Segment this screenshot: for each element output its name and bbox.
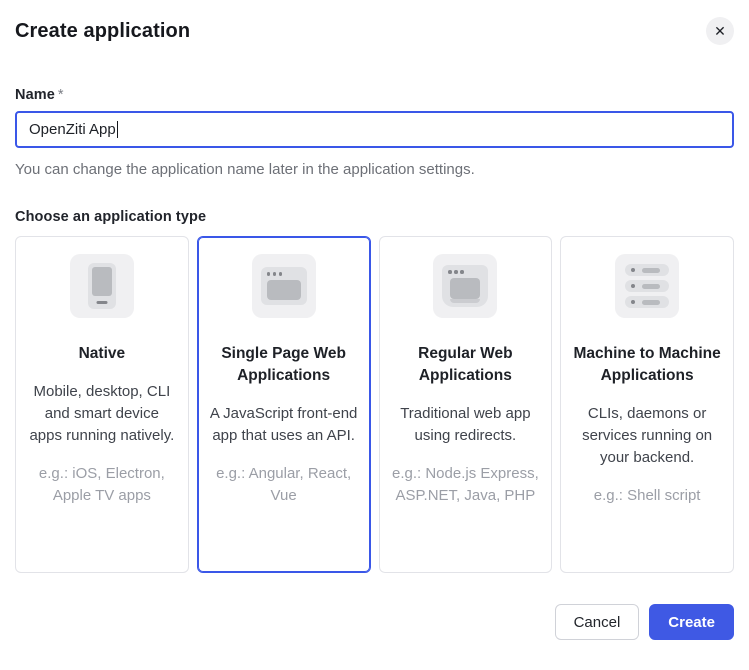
card-native[interactable]: Native Mobile, desktop, CLI and smart de… — [15, 236, 189, 573]
name-label: Name* — [15, 87, 734, 103]
close-button[interactable]: ✕ — [706, 17, 734, 45]
card-single-page-web[interactable]: Single Page Web Applications A JavaScrip… — [197, 236, 371, 573]
mobile-phone-icon — [70, 254, 134, 318]
required-marker: * — [58, 87, 64, 103]
card-example: e.g.: Angular, React, Vue — [210, 463, 358, 507]
card-title: Single Page Web Applications — [210, 343, 358, 387]
dialog-title: Create application — [15, 20, 190, 43]
dialog-header: Create application ✕ — [15, 0, 734, 45]
dialog-footer: Cancel Create — [15, 604, 734, 640]
card-description: A JavaScript front-end app that uses an … — [210, 403, 358, 447]
application-type-cards: Native Mobile, desktop, CLI and smart de… — [15, 236, 734, 573]
create-button[interactable]: Create — [649, 604, 734, 640]
card-regular-web[interactable]: Regular Web Applications Traditional web… — [379, 236, 553, 573]
card-description: CLIs, daemons or services running on you… — [573, 403, 721, 469]
browser-window-icon — [252, 254, 316, 318]
application-type-section: Choose an application type Native Mobile… — [15, 209, 734, 573]
name-helper-text: You can change the application name late… — [15, 161, 734, 178]
text-caret — [117, 121, 119, 138]
card-description: Traditional web app using redirects. — [392, 403, 540, 447]
name-input[interactable]: OpenZiti App — [15, 111, 734, 148]
card-example: e.g.: iOS, Electron, Apple TV apps — [28, 463, 176, 507]
card-title: Machine to Machine Applications — [573, 343, 721, 387]
type-section-label: Choose an application type — [15, 209, 734, 225]
card-title: Native — [28, 343, 176, 365]
name-section: Name* OpenZiti App You can change the ap… — [15, 87, 734, 178]
web-app-window-icon — [433, 254, 497, 318]
close-icon: ✕ — [714, 24, 726, 38]
server-stack-icon — [615, 254, 679, 318]
name-input-value: OpenZiti App — [29, 121, 116, 138]
create-application-dialog: Create application ✕ Name* OpenZiti App … — [0, 0, 749, 670]
cancel-button[interactable]: Cancel — [555, 604, 640, 640]
card-description: Mobile, desktop, CLI and smart device ap… — [28, 381, 176, 447]
card-example: e.g.: Shell script — [573, 485, 721, 507]
card-title: Regular Web Applications — [392, 343, 540, 387]
card-machine-to-machine[interactable]: Machine to Machine Applications CLIs, da… — [560, 236, 734, 573]
card-example: e.g.: Node.js Express, ASP.NET, Java, PH… — [392, 463, 540, 507]
